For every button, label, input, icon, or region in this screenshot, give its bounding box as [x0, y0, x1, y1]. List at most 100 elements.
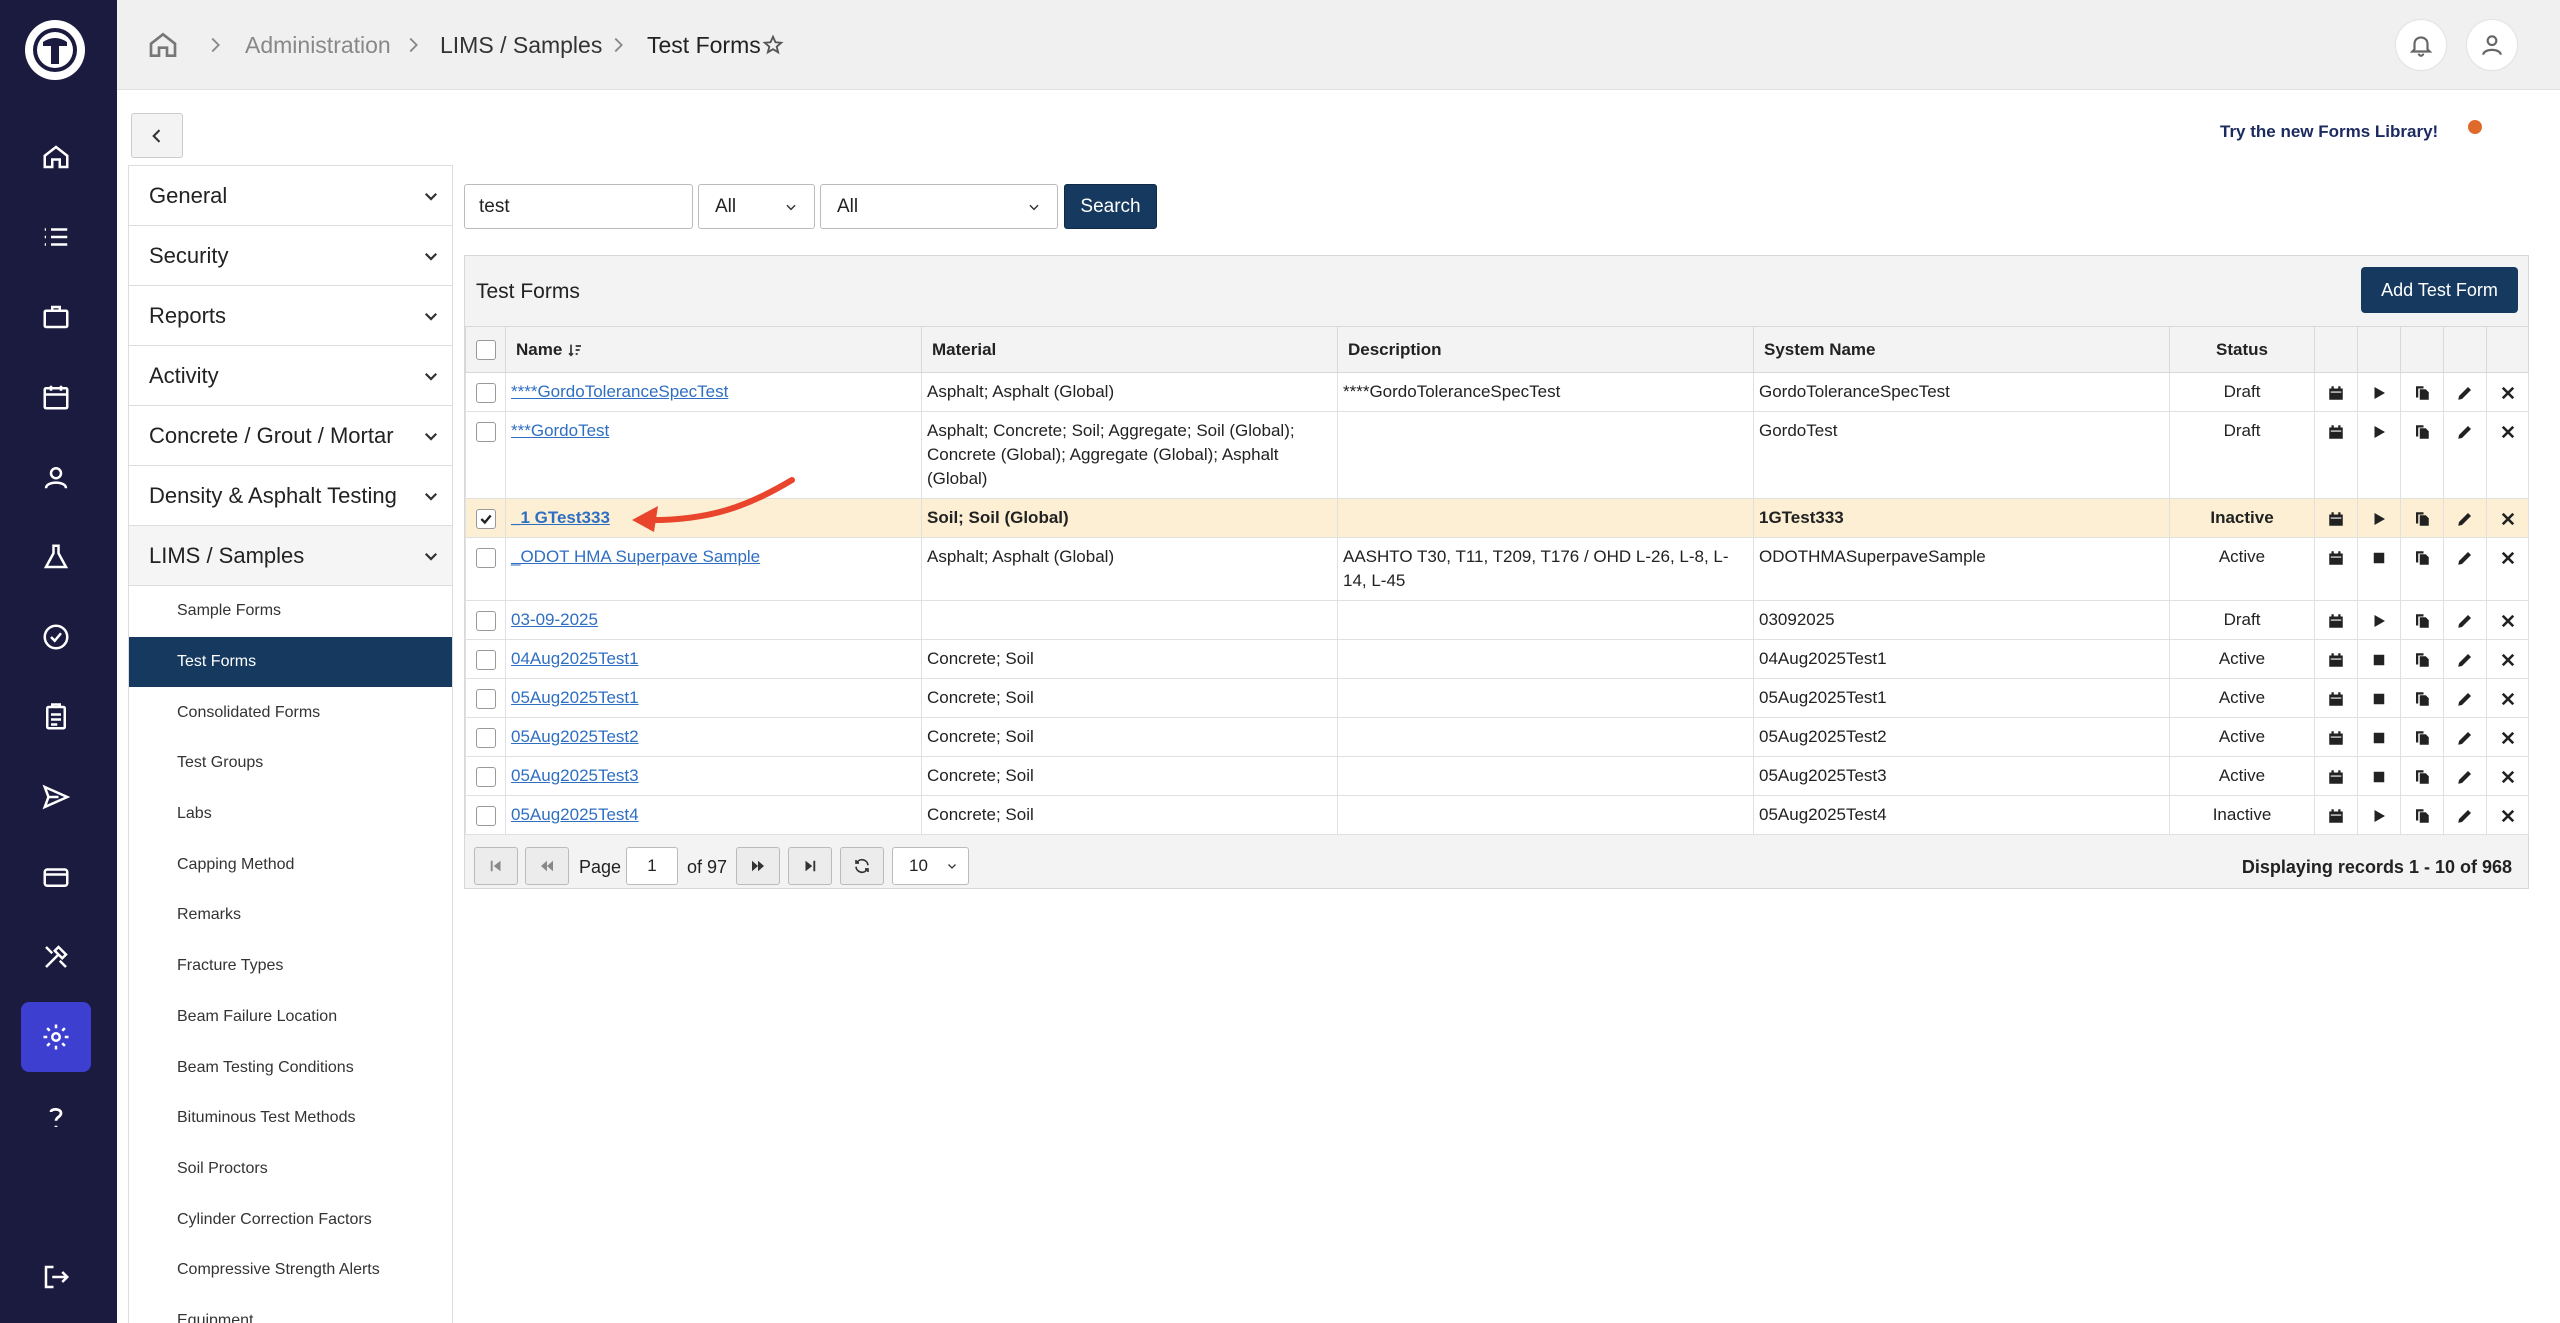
calendar-icon[interactable] [2314, 537, 2358, 601]
edit-icon[interactable] [2443, 639, 2487, 679]
column-header-status[interactable]: Status [2169, 326, 2315, 373]
delete-icon[interactable] [2486, 498, 2529, 538]
row-checkbox[interactable] [465, 756, 506, 796]
sidebar-section-lims[interactable]: LIMS / Samples [129, 526, 452, 586]
delete-icon[interactable] [2486, 717, 2529, 757]
copy-icon[interactable] [2400, 756, 2444, 796]
delete-icon[interactable] [2486, 411, 2529, 499]
sidebar-item-bituminous-test-methods[interactable]: Bituminous Test Methods [129, 1093, 452, 1144]
form-name-link[interactable]: ****GordoToleranceSpecTest [511, 382, 728, 401]
sidebar-item-test-groups[interactable]: Test Groups [129, 738, 452, 789]
sidebar-section-general[interactable]: General [129, 166, 452, 226]
last-page-button[interactable] [788, 847, 832, 885]
search-input[interactable] [464, 184, 693, 229]
user-icon[interactable] [2467, 20, 2517, 70]
form-name-link[interactable]: _1 GTest333 [511, 508, 610, 527]
edit-icon[interactable] [2443, 411, 2487, 499]
row-checkbox[interactable] [465, 795, 506, 835]
try-forms-library-link[interactable]: Try the new Forms Library! [2220, 122, 2438, 142]
breadcrumb-administration[interactable]: Administration [245, 0, 391, 90]
copy-icon[interactable] [2400, 537, 2444, 601]
first-page-button[interactable] [474, 847, 518, 885]
sidebar-item-equipment[interactable]: Equipment [129, 1296, 452, 1323]
copy-icon[interactable] [2400, 717, 2444, 757]
stop-icon[interactable] [2357, 537, 2401, 601]
table-row[interactable]: 05Aug2025Test2 Concrete; Soil 05Aug2025Tes… [465, 717, 2529, 757]
refresh-button[interactable] [840, 847, 884, 885]
sidebar-item-test-forms[interactable]: Test Forms [129, 636, 452, 688]
row-checkbox[interactable] [465, 600, 506, 640]
page-number-input[interactable]: 1 [626, 847, 678, 885]
card-icon[interactable] [21, 842, 91, 912]
edit-icon[interactable] [2443, 537, 2487, 601]
clipboard-icon[interactable] [21, 682, 91, 752]
home-icon[interactable] [147, 0, 179, 90]
sidebar-item-soil-proctors[interactable]: Soil Proctors [129, 1144, 452, 1195]
column-header-name[interactable]: Name [505, 326, 922, 373]
form-name-link[interactable]: 04Aug2025Test1 [511, 649, 639, 668]
delete-icon[interactable] [2486, 795, 2529, 835]
page-size-select[interactable]: 10 [892, 847, 969, 885]
delete-icon[interactable] [2486, 639, 2529, 679]
sidebar-item-remarks[interactable]: Remarks [129, 890, 452, 941]
sidebar-item-cylinder-correction-factors[interactable]: Cylinder Correction Factors [129, 1194, 452, 1245]
stop-icon[interactable] [2357, 717, 2401, 757]
sidebar-section-security[interactable]: Security [129, 226, 452, 286]
list-icon[interactable] [21, 202, 91, 272]
form-name-link[interactable]: 05Aug2025Test2 [511, 727, 639, 746]
copy-icon[interactable] [2400, 600, 2444, 640]
play-icon[interactable] [2357, 372, 2401, 412]
edit-icon[interactable] [2443, 372, 2487, 412]
user-badge-icon[interactable] [21, 442, 91, 512]
row-checkbox[interactable] [465, 498, 506, 538]
row-checkbox[interactable] [465, 537, 506, 601]
edit-icon[interactable] [2443, 678, 2487, 718]
table-row[interactable]: 04Aug2025Test1 Concrete; Soil 04Aug2025Tes… [465, 639, 2529, 679]
add-test-form-button[interactable]: Add Test Form [2361, 267, 2518, 313]
table-row[interactable]: 05Aug2025Test1 Concrete; Soil 05Aug2025Tes… [465, 678, 2529, 718]
calendar-icon[interactable] [2314, 372, 2358, 412]
edit-icon[interactable] [2443, 600, 2487, 640]
sidebar-section-reports[interactable]: Reports [129, 286, 452, 346]
copy-icon[interactable] [2400, 639, 2444, 679]
breadcrumb-lims-samples[interactable]: LIMS / Samples [440, 0, 602, 90]
calendar-icon[interactable] [2314, 717, 2358, 757]
form-name-link[interactable]: 05Aug2025Test4 [511, 805, 639, 824]
sidebar-item-sample-forms[interactable]: Sample Forms [129, 586, 452, 637]
copy-icon[interactable] [2400, 795, 2444, 835]
delete-icon[interactable] [2486, 372, 2529, 412]
logo-icon[interactable] [25, 20, 85, 80]
select-all-checkbox[interactable] [465, 326, 506, 373]
edit-icon[interactable] [2443, 795, 2487, 835]
calendar-icon[interactable] [2314, 756, 2358, 796]
row-checkbox[interactable] [465, 411, 506, 499]
prev-page-button[interactable] [525, 847, 569, 885]
calendar-icon[interactable] [2314, 639, 2358, 679]
edit-icon[interactable] [2443, 717, 2487, 757]
sidebar-item-fracture-types[interactable]: Fracture Types [129, 941, 452, 992]
filter-select-1[interactable]: All [698, 184, 815, 229]
form-name-link[interactable]: 03-09-2025 [511, 610, 598, 629]
stop-icon[interactable] [2357, 756, 2401, 796]
sidebar-item-capping-method[interactable]: Capping Method [129, 839, 452, 890]
play-icon[interactable] [2357, 411, 2401, 499]
gear-icon[interactable] [21, 1002, 91, 1072]
table-row[interactable]: 03-09-2025 03092025 Draft [465, 600, 2529, 640]
delete-icon[interactable] [2486, 756, 2529, 796]
form-name-link[interactable]: _ODOT HMA Superpave Sample [511, 547, 760, 566]
stop-icon[interactable] [2357, 678, 2401, 718]
table-row[interactable]: ****GordoToleranceSpecTest Asphalt; Aspha… [465, 372, 2529, 412]
flask-icon[interactable] [21, 522, 91, 592]
play-icon[interactable] [2357, 795, 2401, 835]
sidebar-section-density[interactable]: Density & Asphalt Testing [129, 466, 452, 526]
form-name-link[interactable]: 05Aug2025Test3 [511, 766, 639, 785]
sidebar-item-beam-failure-location[interactable]: Beam Failure Location [129, 992, 452, 1043]
home-icon[interactable] [21, 122, 91, 192]
calendar-icon[interactable] [2314, 498, 2358, 538]
calendar-icon[interactable] [21, 362, 91, 432]
column-header-system-name[interactable]: System Name [1753, 326, 2170, 373]
play-icon[interactable] [2357, 600, 2401, 640]
copy-icon[interactable] [2400, 498, 2444, 538]
sidebar-item-consolidated-forms[interactable]: Consolidated Forms [129, 687, 452, 738]
delete-icon[interactable] [2486, 537, 2529, 601]
